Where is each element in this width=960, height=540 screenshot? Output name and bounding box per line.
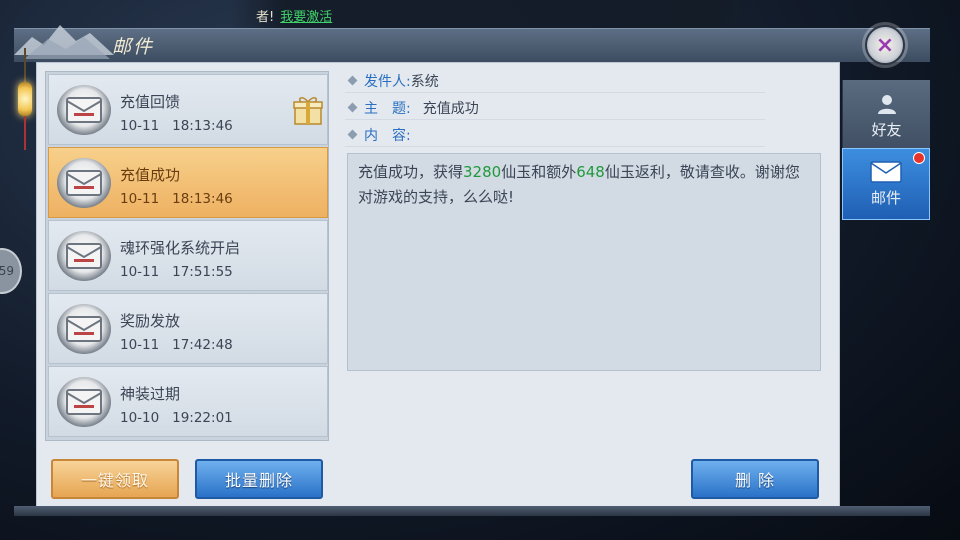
- mail-date: 10-11 18:13:46: [120, 118, 233, 134]
- mountain-ornament-icon: [14, 25, 114, 59]
- close-button[interactable]: ×: [865, 25, 905, 65]
- mail-date: 10-10 19:22:01: [120, 410, 233, 426]
- gift-icon: [293, 97, 323, 125]
- batch-delete-button[interactable]: 批量删除: [195, 459, 323, 499]
- envelope-icon: [57, 158, 111, 208]
- content-highlight: 648: [576, 163, 605, 181]
- tab-label: 好友: [871, 120, 902, 139]
- notification-badge: [913, 152, 925, 164]
- lantern-cord: [24, 48, 26, 82]
- window-bottom-frame: [14, 506, 930, 516]
- claim-all-button[interactable]: 一键领取: [51, 459, 179, 499]
- mail-item-reward[interactable]: 奖励发放 10-11 17:42:48: [48, 293, 328, 364]
- mail-item-equipment-expired[interactable]: 神装过期 10-10 19:22:01: [48, 366, 328, 437]
- mail-item-soul-ring[interactable]: 魂环强化系统开启 10-11 17:51:55: [48, 220, 328, 291]
- delete-button[interactable]: 删 除: [691, 459, 819, 499]
- subject-row: 主 题: 充值成功: [345, 96, 765, 120]
- diamond-bullet-icon: [347, 102, 358, 113]
- mail-date: 10-11 17:51:55: [120, 264, 233, 280]
- side-bubble-text: 59: [0, 264, 14, 278]
- mail-list: 充值回馈 10-11 18:13:46 充值成功 10-11 18:13:46: [45, 71, 329, 441]
- content-text: 仙玉和额外: [501, 163, 577, 181]
- tab-friends[interactable]: 好友: [842, 80, 930, 152]
- friend-icon: [877, 94, 896, 114]
- mail-subject: 神装过期: [120, 385, 181, 403]
- envelope-icon: [57, 304, 111, 354]
- content-label: 内 容:: [364, 127, 411, 144]
- mail-item-recharge-success[interactable]: 充值成功 10-11 18:13:46: [48, 147, 328, 218]
- mail-date: 10-11 17:42:48: [120, 337, 233, 353]
- envelope-icon: [57, 85, 111, 135]
- mail-window: 邮件 × 充值回馈 10-11 18:13:46 充值成功 10-11 18:1…: [14, 25, 930, 518]
- subject-value: 充值成功: [422, 100, 479, 117]
- mail-subject: 魂环强化系统开启: [120, 239, 241, 257]
- lantern-tassel: [24, 116, 26, 150]
- tab-label: 邮件: [870, 188, 901, 207]
- content-text: 充值成功，获得: [358, 163, 464, 181]
- diamond-bullet-icon: [347, 129, 358, 140]
- envelope-icon: [57, 377, 111, 427]
- subject-label: 主 题:: [364, 100, 411, 117]
- mail-detail: 发件人: 系统 主 题: 充值成功 内 容: 充值成功，获得3280仙玉和额外6…: [345, 69, 823, 499]
- banner-text: 者!: [256, 9, 275, 25]
- mail-subject: 奖励发放: [120, 312, 181, 330]
- mail-date: 10-11 18:13:46: [120, 191, 233, 207]
- mail-item-recharge-feedback[interactable]: 充值回馈 10-11 18:13:46: [48, 74, 328, 145]
- diamond-bullet-icon: [347, 75, 358, 86]
- sender-value: 系统: [410, 73, 439, 90]
- sender-row: 发件人: 系统: [345, 69, 765, 93]
- envelope-icon: [57, 231, 111, 281]
- mail-subject: 充值成功: [120, 166, 181, 184]
- mail-icon: [870, 160, 902, 183]
- mail-panel: 充值回馈 10-11 18:13:46 充值成功 10-11 18:13:46: [36, 62, 840, 508]
- content-highlight: 3280: [463, 163, 502, 181]
- window-title: 邮件: [112, 36, 155, 58]
- tab-mail[interactable]: 邮件: [842, 148, 930, 220]
- top-banner: 者! 我要激活: [230, 0, 770, 30]
- lantern-icon: [18, 82, 32, 116]
- close-icon: ×: [875, 32, 895, 58]
- title-bar: 邮件: [14, 25, 930, 62]
- content-box: 充值成功，获得3280仙玉和额外648仙玉返利，敬请查收。谢谢您对游戏的支持，么…: [347, 153, 821, 371]
- content-row: 内 容:: [345, 123, 765, 147]
- activate-link[interactable]: 我要激活: [280, 6, 332, 25]
- sender-label: 发件人:: [364, 73, 411, 90]
- mail-subject: 充值回馈: [120, 93, 181, 111]
